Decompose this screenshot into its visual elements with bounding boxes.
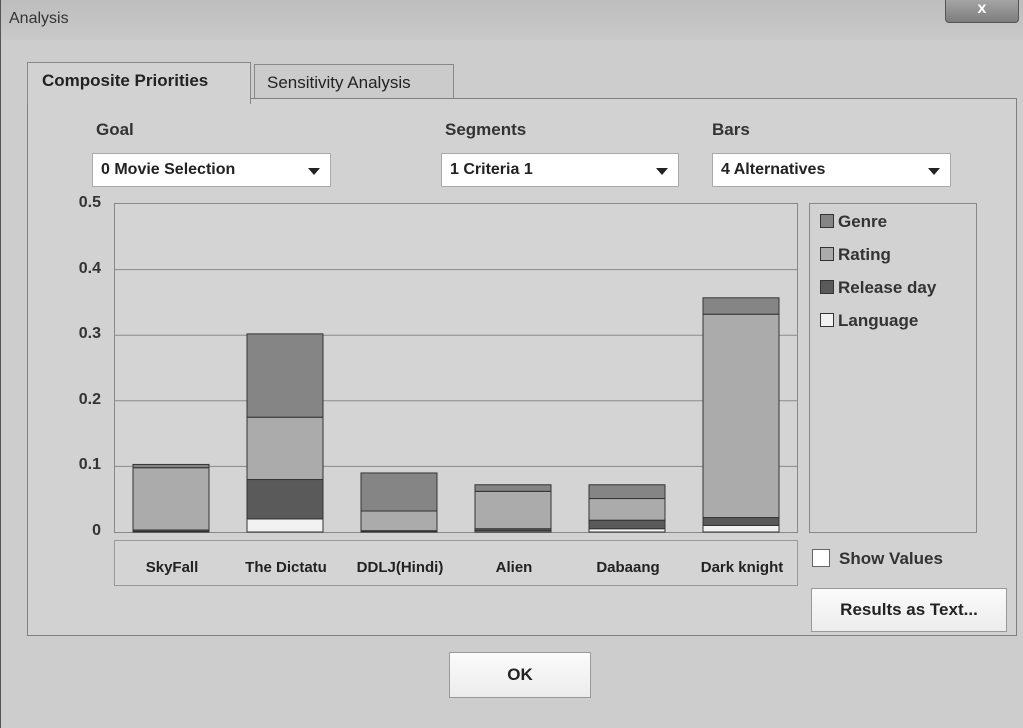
- chevron-down-icon: [308, 168, 320, 175]
- bar-segment: [474, 484, 552, 492]
- legend-swatch: [820, 280, 834, 294]
- legend-label: Release day: [838, 278, 937, 297]
- legend-swatch: [820, 247, 834, 261]
- y-tick-label: 0.4: [78, 259, 101, 277]
- bar-segment: [246, 333, 324, 418]
- title-bar[interactable]: Analysis x: [1, 0, 1023, 40]
- y-tick-label: 0.1: [78, 456, 101, 474]
- goal-dropdown[interactable]: 0 Movie Selection: [92, 153, 331, 187]
- bar-segment: [702, 313, 780, 519]
- bars-dropdown[interactable]: 4 Alternatives: [712, 153, 951, 187]
- window-title: Analysis: [9, 10, 69, 27]
- legend-item: Release day: [820, 278, 936, 298]
- goal-dropdown-value: 0 Movie Selection: [101, 161, 236, 178]
- legend-label: Genre: [838, 212, 888, 231]
- bar-segment: [702, 297, 780, 315]
- bar-segment: [132, 463, 210, 469]
- segments-dropdown-value: 1 Criteria 1: [450, 161, 533, 178]
- bars-dropdown-value: 4 Alternatives: [721, 161, 826, 178]
- tab-composite-priorities-label: Composite Priorities: [42, 71, 209, 90]
- goal-label: Goal: [96, 120, 134, 139]
- legend-label: Language: [838, 311, 919, 330]
- bar-segment: [246, 518, 324, 533]
- bar-segment: [588, 519, 666, 530]
- bar-segment: [246, 416, 324, 481]
- chevron-down-icon: [928, 168, 940, 175]
- x-tick-label: Dabaang: [596, 559, 660, 576]
- y-tick-label: 0.2: [78, 390, 101, 408]
- y-tick-label: 0: [92, 522, 101, 539]
- legend-swatch: [820, 313, 834, 327]
- x-tick-label: Dark knight: [700, 559, 784, 576]
- y-tick-label: 0.3: [78, 325, 101, 343]
- tab-sensitivity-analysis-label: Sensitivity Analysis: [267, 73, 411, 92]
- composite-priorities-chart: [114, 203, 798, 533]
- ok-button[interactable]: OK: [449, 652, 591, 698]
- x-tick-label: Alien: [495, 559, 533, 576]
- tab-composite-priorities[interactable]: Composite Priorities: [27, 62, 251, 104]
- x-axis-labels: SkyFall The Dictatu DDLJ(Hindi) Alien Dabaan…: [114, 540, 798, 586]
- plot-area: [114, 203, 798, 533]
- legend-item: Rating: [820, 245, 891, 265]
- legend-item: Language: [820, 311, 918, 331]
- results-as-text-button[interactable]: Results as Text...: [811, 588, 1007, 632]
- show-values-checkbox[interactable]: [812, 549, 830, 567]
- x-tick-label: SkyFall: [145, 559, 199, 576]
- x-tick-label: The Dictatu: [245, 559, 327, 576]
- x-tick-label: DDLJ(Hindi): [356, 559, 444, 576]
- bar-segment: [360, 510, 438, 532]
- bar-segment: [360, 472, 438, 512]
- tab-sensitivity-analysis[interactable]: Sensitivity Analysis: [254, 64, 454, 99]
- analysis-window: Analysis x Composite Priorities Sensitiv…: [0, 0, 1023, 728]
- y-tick-label: 0.5: [78, 194, 101, 211]
- bar-segment: [246, 479, 324, 520]
- close-icon: x: [977, 0, 987, 17]
- bar-segment: [702, 517, 780, 526]
- bar-segment: [588, 498, 666, 521]
- close-button[interactable]: x: [945, 0, 1019, 23]
- legend-item: Genre: [820, 212, 887, 232]
- bar-segment: [132, 467, 210, 531]
- bar-segment: [588, 484, 666, 500]
- chevron-down-icon: [656, 168, 668, 175]
- bar-segment: [474, 490, 552, 530]
- bars-label: Bars: [712, 120, 750, 139]
- show-values-label: Show Values: [839, 549, 943, 568]
- segments-label: Segments: [445, 120, 527, 139]
- legend-swatch: [820, 214, 834, 228]
- segments-dropdown[interactable]: 1 Criteria 1: [441, 153, 679, 187]
- legend-label: Rating: [838, 245, 891, 264]
- bar-segment: [702, 524, 780, 533]
- chart-legend: Genre Rating Release day Language: [809, 203, 977, 533]
